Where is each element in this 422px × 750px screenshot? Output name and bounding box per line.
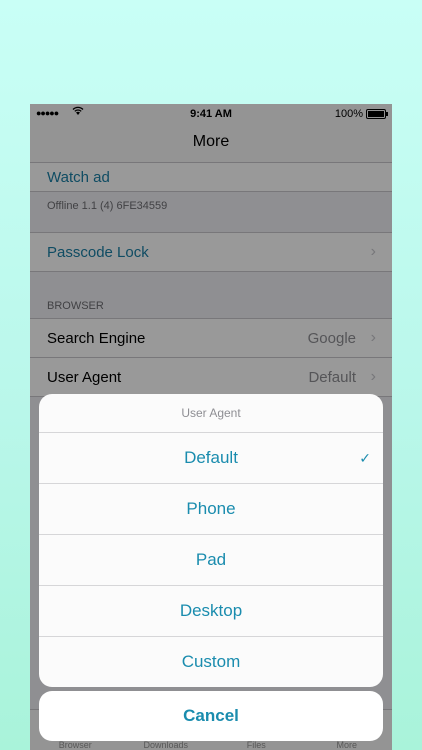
cancel-button[interactable]: Cancel [39, 691, 383, 741]
option-desktop[interactable]: Desktop [39, 586, 383, 637]
option-label: Default [184, 448, 238, 467]
option-label: Desktop [179, 601, 243, 620]
option-custom[interactable]: Custom [39, 637, 383, 687]
option-default[interactable]: Default ✓ [39, 433, 383, 484]
phone-screen: ●●●●● 9:41 AM 100% More Watch ad Offline… [30, 104, 392, 750]
option-label: Custom [181, 652, 241, 671]
option-label: Phone [186, 499, 236, 518]
option-phone[interactable]: Phone [39, 484, 383, 535]
option-label: Pad [195, 550, 227, 569]
user-agent-action-sheet: User Agent Default ✓ Phone Pad Desktop C… [39, 394, 383, 687]
option-pad[interactable]: Pad [39, 535, 383, 586]
checkmark-icon: ✓ [359, 450, 371, 466]
action-sheet-title: User Agent [39, 394, 383, 433]
